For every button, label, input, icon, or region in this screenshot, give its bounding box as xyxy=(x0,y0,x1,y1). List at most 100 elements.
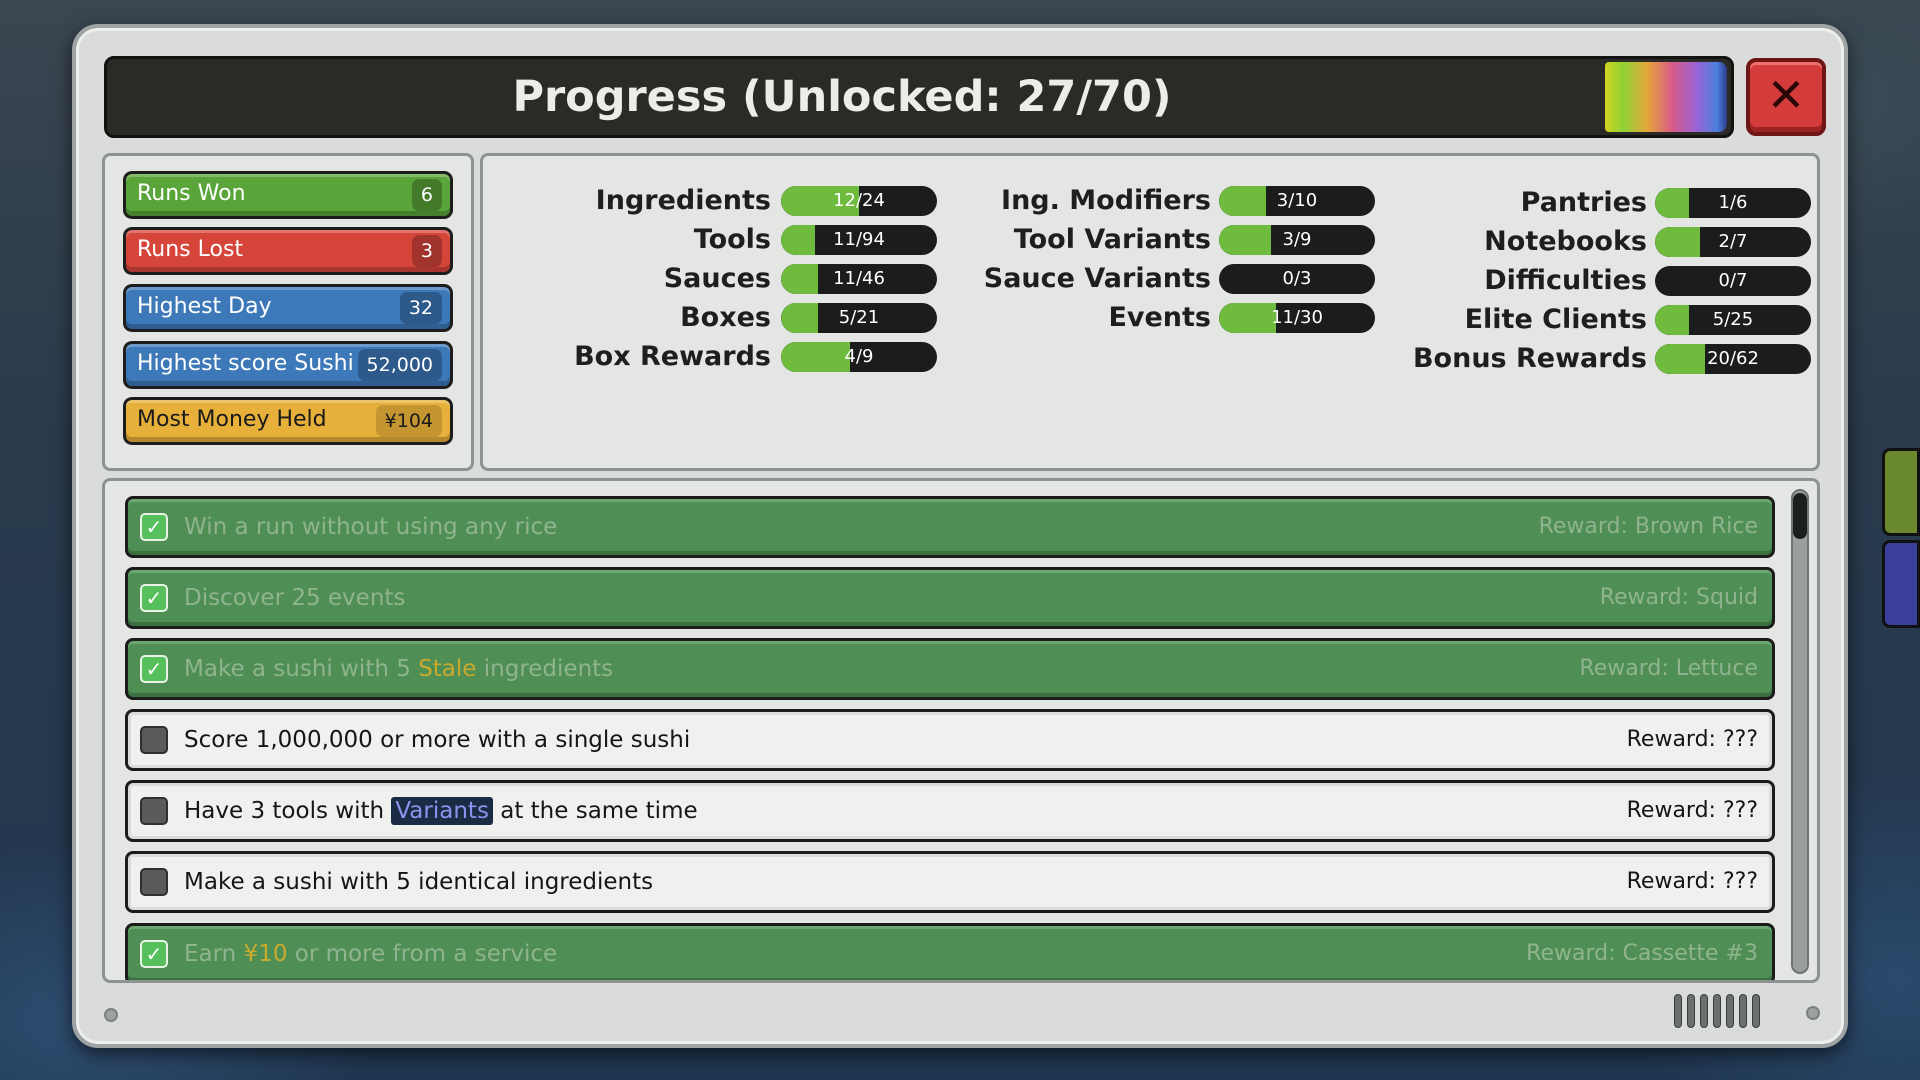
achievement-row[interactable]: ✓ Make a sushi with 5 Stale ingredients Re… xyxy=(125,638,1775,700)
unchecked-box-icon xyxy=(140,726,168,754)
achievement-description: Earn ¥10 or more from a service xyxy=(184,926,558,980)
checkmark-icon: ✓ xyxy=(140,513,168,541)
checkmark-icon: ✓ xyxy=(140,940,168,968)
description-text: or more from a service xyxy=(287,941,558,967)
collection-label: Ingredients xyxy=(595,185,771,216)
stat-value: 52,000 xyxy=(357,349,442,381)
progress-text: 11/94 xyxy=(833,229,885,250)
progress-text: 3/10 xyxy=(1276,190,1318,211)
collection-progress-bar: 12/24 xyxy=(781,186,937,216)
achievement-row[interactable]: Make a sushi with 5 identical ingredient… xyxy=(125,851,1775,913)
collection-label: Difficulties xyxy=(1484,265,1647,296)
description-text: Discover 25 events xyxy=(184,585,406,611)
scrollbar-thumb[interactable] xyxy=(1793,493,1807,539)
description-text: Make a sushi with 5 xyxy=(184,656,419,682)
collection-progress-bar: 20/62 xyxy=(1655,344,1811,374)
stat-value: 3 xyxy=(411,235,442,267)
screw xyxy=(104,1008,118,1022)
collection-label: Events xyxy=(1108,302,1211,333)
collection-progress-bar: 1/6 xyxy=(1655,188,1811,218)
description-text: ingredients xyxy=(476,656,614,682)
achievement-reward: Reward: Squid xyxy=(1599,585,1758,610)
description-text: Score 1,000,000 or more with a single su… xyxy=(184,727,691,753)
collection-label: Box Rewards xyxy=(574,341,771,372)
stat-value: ¥104 xyxy=(375,405,442,437)
collection-label: Sauce Variants xyxy=(983,263,1211,294)
progress-text: 2/7 xyxy=(1718,231,1748,252)
collection-label: Pantries xyxy=(1520,187,1647,218)
progress-text: 11/46 xyxy=(833,268,885,289)
achievement-row[interactable]: Score 1,000,000 or more with a single su… xyxy=(125,709,1775,771)
stat-label: Highest Day xyxy=(137,294,272,319)
achievement-row[interactable]: ✓ Win a run without using any rice Reward:… xyxy=(125,496,1775,558)
collection-progress-bar: 5/25 xyxy=(1655,305,1811,335)
side-tab-blue[interactable] xyxy=(1882,540,1920,628)
progress-text: 3/9 xyxy=(1282,229,1312,250)
close-button[interactable]: ✕ xyxy=(1746,58,1826,136)
achievement-description: Have 3 tools with Variants at the same t… xyxy=(184,783,698,839)
progress-text: 11/30 xyxy=(1271,307,1323,328)
collection-progress-bar: 3/9 xyxy=(1219,225,1375,255)
progress-text: 5/25 xyxy=(1712,309,1754,330)
description-text: Win a run without using any rice xyxy=(184,514,558,540)
stat-label: Most Money Held xyxy=(137,407,327,432)
collection-progress-bar: 11/46 xyxy=(781,264,937,294)
progress-text: 12/24 xyxy=(833,190,885,211)
checkmark-icon: ✓ xyxy=(140,655,168,683)
description-text: Make a sushi with 5 identical ingredient… xyxy=(184,869,654,895)
achievement-description: Make a sushi with 5 Stale ingredients xyxy=(184,641,613,697)
description-text: Have 3 tools with xyxy=(184,798,392,824)
progress-text: 4/9 xyxy=(844,346,874,367)
progress-text: 20/62 xyxy=(1707,348,1759,369)
stat-highest-day: Highest Day 32 xyxy=(123,284,453,332)
achievement-reward: Reward: Lettuce xyxy=(1579,656,1758,681)
description-text: Earn xyxy=(184,941,244,967)
collection-label: Sauces xyxy=(663,263,771,294)
achievement-list: ✓ Win a run without using any rice Reward:… xyxy=(102,478,1820,983)
collection-progress-bar: 0/3 xyxy=(1219,264,1375,294)
achievement-reward: Reward: Brown Rice xyxy=(1538,514,1758,539)
stat-label: Runs Lost xyxy=(137,237,244,262)
progress-text: 0/7 xyxy=(1718,270,1748,291)
window-title: Progress (Unlocked: 27/70) xyxy=(512,72,1172,122)
achievement-reward: Reward: ??? xyxy=(1626,727,1758,752)
collection-progress-bar: 3/10 xyxy=(1219,186,1375,216)
rainbow-swatch xyxy=(1605,62,1727,132)
progress-window: Progress (Unlocked: 27/70) ✕ Runs Won 6 … xyxy=(72,24,1848,1048)
unchecked-box-icon xyxy=(140,868,168,896)
achievement-reward: Reward: ??? xyxy=(1626,869,1758,894)
stat-runs-lost: Runs Lost 3 xyxy=(123,227,453,275)
achievement-description: Score 1,000,000 or more with a single su… xyxy=(184,712,690,768)
stat-value: 32 xyxy=(399,292,442,324)
keyword-highlight: Stale xyxy=(418,656,477,682)
collection-progress-bar: 0/7 xyxy=(1655,266,1811,296)
progress-text: 5/21 xyxy=(838,307,880,328)
achievement-reward: Reward: ??? xyxy=(1626,798,1758,823)
achievement-description: Win a run without using any rice xyxy=(184,499,557,555)
vent-decoration xyxy=(1674,994,1784,1028)
collection-label: Bonus Rewards xyxy=(1412,343,1647,374)
stat-label: Runs Won xyxy=(137,181,246,206)
keyword-highlight: ¥10 xyxy=(243,941,288,967)
achievement-description: Make a sushi with 5 identical ingredient… xyxy=(184,854,653,910)
achievement-row[interactable]: ✓ Discover 25 events Reward: Squid xyxy=(125,567,1775,629)
stat-runs-won: Runs Won 6 xyxy=(123,171,453,219)
progress-text: 0/3 xyxy=(1282,268,1312,289)
scrollbar[interactable] xyxy=(1791,489,1809,974)
collection-progress-bar: 4/9 xyxy=(781,342,937,372)
stat-value: 6 xyxy=(411,179,442,211)
collection-label: Elite Clients xyxy=(1464,304,1647,335)
collection-label: Boxes xyxy=(680,302,771,333)
achievement-row[interactable]: Have 3 tools with Variants at the same t… xyxy=(125,780,1775,842)
stat-label: Highest score Sushi xyxy=(137,351,354,376)
screw xyxy=(1806,1006,1820,1020)
collection-label: Tools xyxy=(693,224,771,255)
achievement-row[interactable]: ✓ Earn ¥10 or more from a service Reward: … xyxy=(125,923,1775,980)
unchecked-box-icon xyxy=(140,797,168,825)
collection-progress-bar: 5/21 xyxy=(781,303,937,333)
collection-label: Notebooks xyxy=(1484,226,1647,257)
collection-label: Tool Variants xyxy=(1013,224,1211,255)
checkmark-icon: ✓ xyxy=(140,584,168,612)
side-tab-green[interactable] xyxy=(1882,448,1920,536)
stat-highest-score-sushi: Highest score Sushi 52,000 xyxy=(123,341,453,389)
